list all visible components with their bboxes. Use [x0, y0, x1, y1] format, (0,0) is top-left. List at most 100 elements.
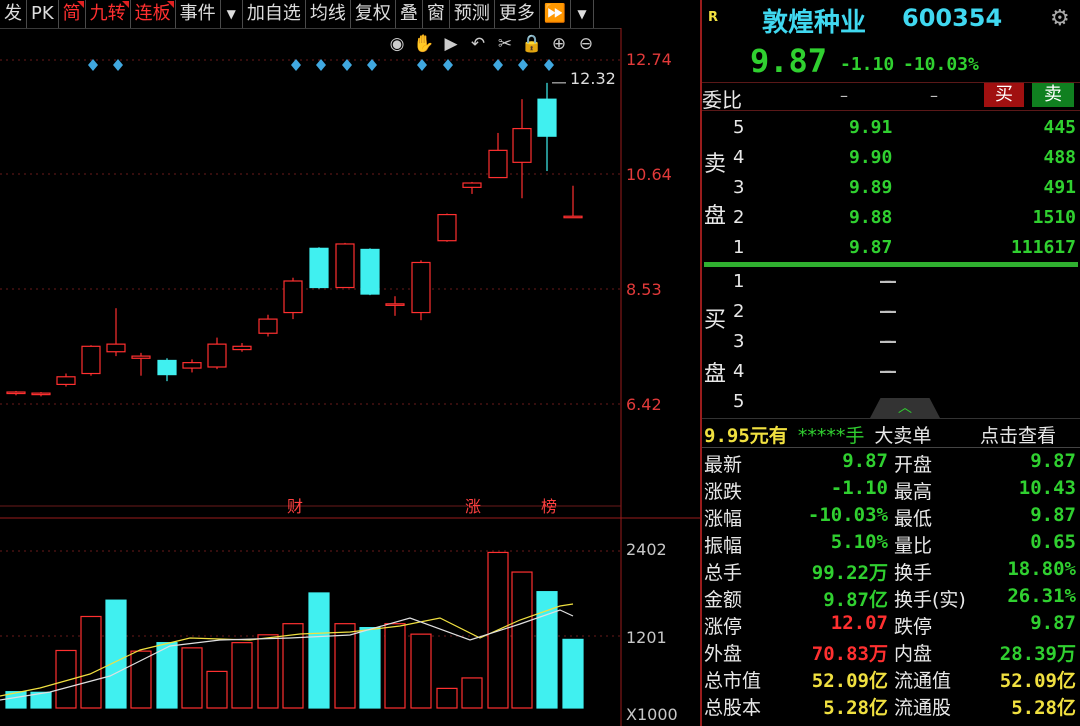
candle-body	[488, 149, 508, 179]
buy-button[interactable]: 买	[984, 83, 1024, 107]
candle-body	[106, 343, 126, 353]
info-diamond-icon	[493, 59, 503, 71]
toolbar-item-0[interactable]: 发	[0, 0, 27, 28]
volume-bar	[80, 615, 102, 709]
volume-bar	[562, 638, 584, 709]
quote-value: 9.87	[1030, 504, 1076, 526]
quote-value: 10.43	[1018, 477, 1076, 499]
candle-body	[385, 303, 405, 306]
quote-label: 换手(实)	[894, 589, 966, 611]
price-tick-1: 12.74	[626, 50, 672, 69]
candle-body	[437, 213, 457, 242]
toolbar-item-8[interactable]: 均线	[306, 0, 351, 28]
toolbar-item-14[interactable]: ⏩	[540, 0, 572, 28]
quote-label: 内盘	[894, 643, 933, 665]
view-details-link[interactable]: 点击查看	[980, 421, 1056, 448]
quote-value: 28.39万	[999, 643, 1076, 665]
info-diamond-icon	[367, 59, 377, 71]
sell-label-1: 卖	[704, 152, 727, 177]
info-diamond-icon	[417, 59, 427, 71]
price-change-pct: -10.03%	[903, 54, 979, 75]
candle-body	[258, 318, 278, 334]
quote-value: 52.09亿	[811, 670, 888, 692]
quote-label: 流通值	[894, 670, 952, 692]
toolbar-item-12[interactable]: 预测	[450, 0, 495, 28]
kline-chart[interactable]: 财涨榜	[0, 28, 700, 726]
quote-value: 12.07	[830, 612, 888, 634]
sell-button[interactable]: 卖	[1032, 83, 1074, 107]
candle-body	[563, 215, 583, 219]
quote-label: 流通股	[894, 697, 952, 719]
candle-body	[56, 376, 76, 386]
quote-label: 最新	[704, 454, 743, 476]
toolbar-item-1[interactable]: PK	[27, 0, 59, 28]
toolbar-item-4[interactable]: 连板	[131, 0, 176, 28]
quote-value: -10.03%	[807, 504, 888, 526]
quote-value: 9.87	[1030, 450, 1076, 472]
toolbar-item-10[interactable]: 叠	[396, 0, 423, 28]
sell-price[interactable]: 9.89	[849, 177, 892, 198]
sell-level: 2	[733, 207, 745, 228]
volume-bar	[384, 623, 406, 709]
toolbar-item-5[interactable]: 事件	[176, 0, 221, 28]
volume-bar	[105, 599, 127, 709]
candle-body	[537, 98, 557, 137]
buy-label-1: 买	[704, 308, 727, 333]
gear-icon[interactable]: ⚙	[1050, 6, 1070, 31]
expand-chevron-icon[interactable]: ︿	[870, 398, 940, 418]
event-marker: 财	[287, 497, 303, 516]
candle-body	[182, 362, 202, 369]
sell-level: 4	[733, 147, 745, 168]
quote-value: 26.31%	[1007, 585, 1076, 607]
buy-level: 5	[733, 391, 745, 412]
weibi-label: 委比	[702, 88, 742, 112]
candle-body	[31, 392, 51, 396]
info-diamond-icon	[291, 59, 301, 71]
sell-price[interactable]: 9.90	[849, 147, 892, 168]
price-tick-2: 10.64	[626, 165, 672, 184]
quote-label: 总股本	[704, 697, 762, 719]
sell-volume: 491	[1043, 177, 1076, 198]
quote-value: 9.87	[842, 450, 888, 472]
toolbar-item-9[interactable]: 复权	[351, 0, 396, 28]
buy-label-2: 盘	[704, 362, 727, 387]
price-tick-4: 6.42	[626, 395, 662, 414]
info-diamond-icon	[113, 59, 123, 71]
toolbar-item-7[interactable]: 加自选	[243, 0, 306, 28]
info-diamond-icon	[342, 59, 352, 71]
sell-level: 1	[733, 237, 745, 258]
volume-bar	[130, 650, 152, 709]
volume-bar	[461, 677, 483, 709]
last-price: 9.87	[750, 42, 828, 80]
quote-label: 外盘	[704, 643, 743, 665]
quote-value: 18.80%	[1007, 558, 1076, 580]
quote-label: 量比	[894, 535, 933, 557]
quote-value: 0.65	[1030, 531, 1076, 553]
sell-price[interactable]: 9.87	[849, 237, 892, 258]
candle-body	[309, 247, 329, 289]
sell-price[interactable]: 9.91	[849, 117, 892, 138]
toolbar-item-2[interactable]: 简	[59, 0, 86, 28]
big-order-label: 大卖单	[874, 425, 932, 447]
toolbar-item-15[interactable]: ▼	[571, 0, 594, 28]
candle-body	[157, 359, 177, 376]
sell-price[interactable]: 9.88	[849, 207, 892, 228]
event-marker: 榜	[541, 497, 557, 516]
sell-level: 3	[733, 177, 745, 198]
price-change: -1.10	[840, 54, 895, 75]
big-order-bar[interactable]: 9.95元有 *****手 大卖单	[704, 421, 931, 448]
big-order-stars: *****手	[797, 425, 865, 447]
volume-bar	[511, 571, 533, 709]
toolbar-item-3[interactable]: 九转	[86, 0, 131, 28]
toolbar-item-6[interactable]: ▼	[221, 0, 243, 28]
candle-body	[81, 345, 101, 375]
toolbar-item-13[interactable]: 更多	[495, 0, 540, 28]
info-diamond-icon	[88, 59, 98, 71]
volume-bar	[308, 592, 330, 709]
quote-label: 开盘	[894, 454, 933, 476]
toolbar-item-11[interactable]: 窗	[423, 0, 450, 28]
candle-body	[335, 243, 355, 289]
quote-value: 70.83万	[811, 643, 888, 665]
candle-body	[512, 127, 532, 163]
volume-bar	[282, 623, 304, 709]
